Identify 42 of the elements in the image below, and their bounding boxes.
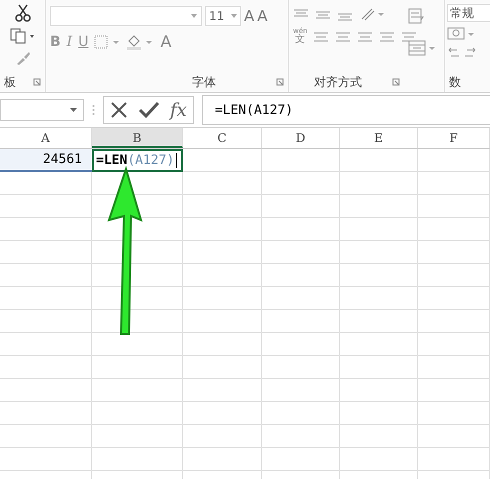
group-label: 数 [449, 74, 461, 90]
cancel-icon[interactable] [110, 101, 128, 119]
table-cell: 24561 [0, 149, 92, 172]
align-icon[interactable] [313, 30, 330, 42]
column-header[interactable]: F [418, 128, 490, 148]
scissors-icon[interactable] [14, 4, 32, 22]
insert-function-button[interactable]: fx [170, 100, 187, 120]
dialog-launcher-icon[interactable] [392, 78, 400, 86]
number-format-field[interactable]: 常规 [447, 4, 490, 22]
brush-icon[interactable] [14, 50, 30, 66]
group-label: 板 [4, 74, 16, 90]
align-icon[interactable] [357, 30, 374, 42]
orientation-icon[interactable] [359, 6, 385, 22]
fill-bucket-icon[interactable] [126, 34, 154, 50]
font-name-field[interactable] [50, 6, 202, 26]
grow-font-button[interactable]: A [244, 7, 254, 25]
column-header[interactable]: B [92, 128, 183, 148]
name-box[interactable] [0, 99, 84, 121]
copy-icon[interactable] [10, 28, 36, 44]
column-header[interactable]: D [262, 128, 340, 148]
formula-field[interactable]: =LEN(A127) [202, 95, 490, 125]
align-icon[interactable] [379, 30, 396, 42]
group-label: 字体 [192, 74, 216, 90]
border-icon[interactable] [94, 34, 120, 48]
cell-formula: =LEN(A127) [96, 152, 174, 170]
wrap-text-icon[interactable] [408, 8, 426, 24]
column-header[interactable]: E [340, 128, 418, 148]
align-icon[interactable] [335, 30, 352, 42]
merge-cells-icon[interactable] [408, 40, 436, 56]
align-icon[interactable] [401, 30, 418, 42]
dialog-launcher-icon[interactable] [276, 78, 284, 86]
drag-handle-icon[interactable] [92, 104, 95, 116]
dropdown-arrow-icon[interactable] [231, 14, 237, 18]
dropdown-arrow-icon[interactable] [191, 14, 197, 18]
column-header[interactable]: C [183, 128, 262, 148]
dialog-launcher-icon[interactable] [33, 78, 41, 86]
shrink-font-button[interactable]: A [257, 7, 268, 25]
check-icon[interactable] [138, 101, 160, 119]
group-label: 对齐方式 [314, 74, 362, 90]
font-size-field[interactable]: 11 [205, 6, 241, 26]
currency-icon[interactable] [447, 26, 475, 42]
editing-cell[interactable]: =LEN(A127) [92, 149, 183, 172]
